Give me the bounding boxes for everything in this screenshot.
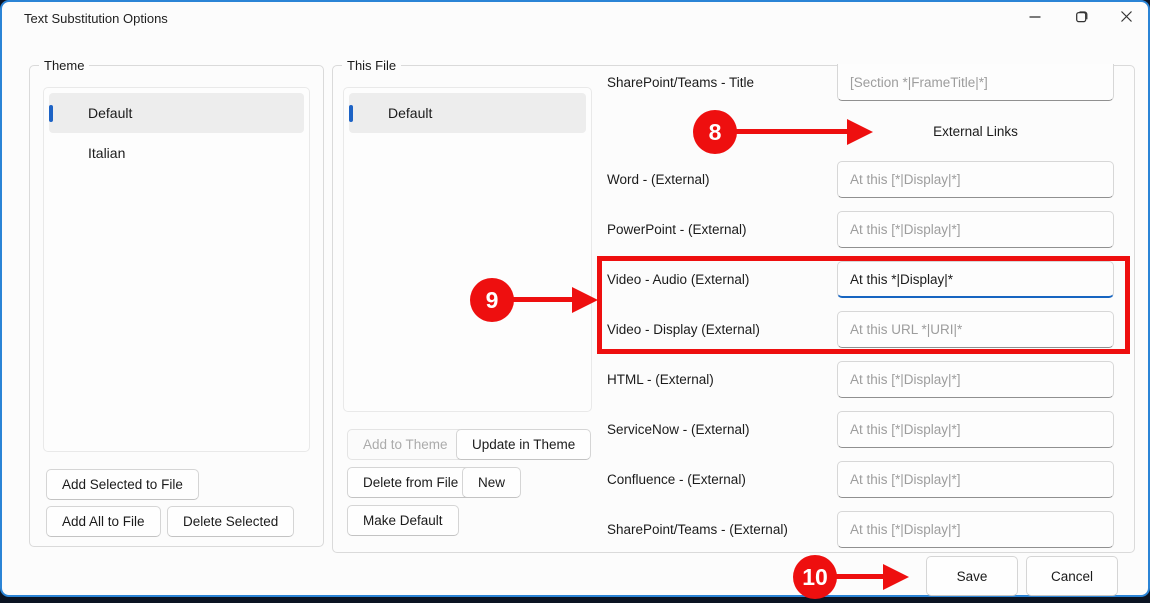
field-label-html-external: HTML - (External) [607,361,832,398]
update-in-theme-button[interactable]: Update in Theme [456,429,591,460]
field-label-confluence-external: Confluence - (External) [607,461,832,498]
window-title: Text Substitution Options [24,11,168,26]
new-button[interactable]: New [462,467,521,498]
field-input-servicenow-external[interactable] [837,411,1114,448]
field-label-servicenow-external: ServiceNow - (External) [607,411,832,448]
list-item-italian[interactable]: Italian [49,133,304,173]
field-input-word-external[interactable] [837,161,1114,198]
field-input-html-external[interactable] [837,361,1114,398]
theme-group-label: Theme [39,58,89,73]
this-file-list: Default [343,87,592,412]
add-to-theme-button[interactable]: Add to Theme [347,429,464,460]
step-8-arrow [735,129,848,134]
list-item-default[interactable]: Default [349,93,586,133]
field-input-sharepoint-teams-title[interactable] [837,64,1114,101]
section-header-external-links: External Links [837,115,1114,147]
field-label-word-external: Word - (External) [607,161,832,198]
step-10-arrowhead-icon [883,564,909,590]
step-9-badge: 9 [470,278,514,322]
field-label-sharepoint-teams-title: SharePoint/Teams - Title [607,64,832,101]
step-9-arrowhead-icon [572,287,598,313]
delete-from-file-button[interactable]: Delete from File [347,467,474,498]
highlight-rectangle [597,256,1130,354]
step-8-badge: 8 [693,110,737,154]
list-item-default[interactable]: Default [49,93,304,133]
field-input-confluence-external[interactable] [837,461,1114,498]
field-input-sharepoint-teams-external[interactable] [837,511,1114,548]
field-label-sharepoint-teams-external: SharePoint/Teams - (External) [607,511,832,548]
theme-list: DefaultItalian [43,87,310,452]
make-default-button[interactable]: Make Default [347,505,459,536]
this-file-group-label: This File [342,58,401,73]
save-button[interactable]: Save [926,556,1018,596]
text-substitution-options-dialog: Text Substitution Options Theme This Fil… [0,0,1150,597]
step-8-arrowhead-icon [847,119,873,145]
add-selected-to-file-button[interactable]: Add Selected to File [46,469,199,500]
step-10-arrow [834,574,884,579]
field-input-powerpoint-external[interactable] [837,211,1114,248]
step-9-arrow [511,297,574,302]
add-all-to-file-button[interactable]: Add All to File [46,506,161,537]
field-label-powerpoint-external: PowerPoint - (External) [607,211,832,248]
cancel-button[interactable]: Cancel [1026,556,1118,596]
delete-selected-button[interactable]: Delete Selected [167,506,294,537]
step-10-badge: 10 [793,555,837,599]
